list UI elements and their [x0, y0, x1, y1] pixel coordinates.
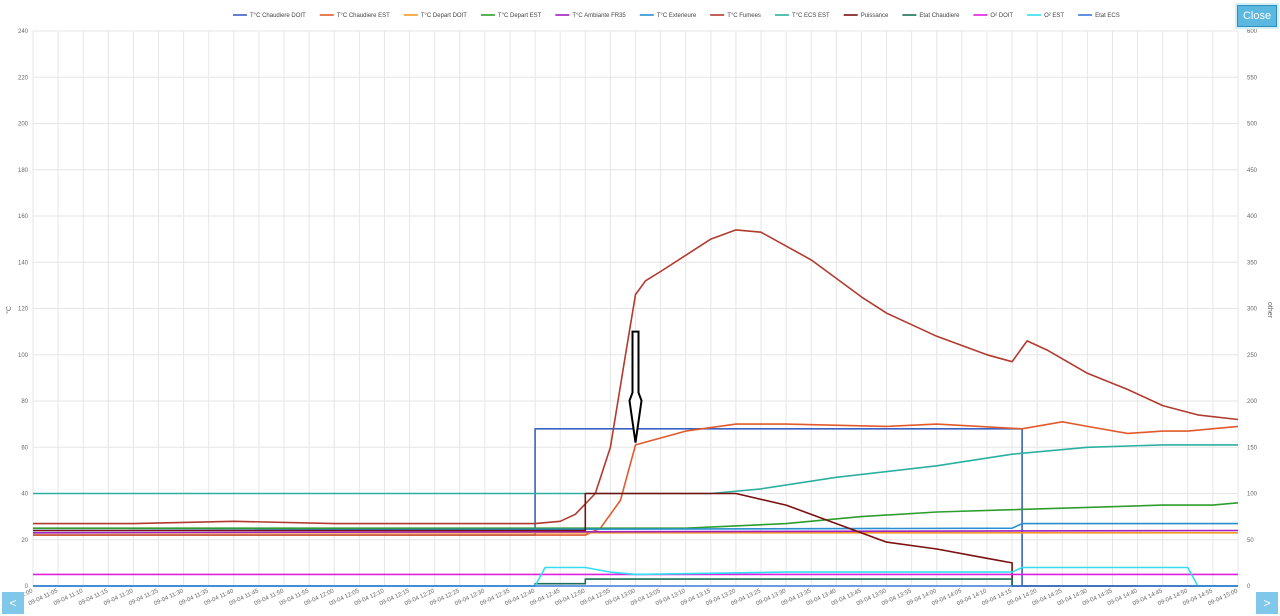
x-axis: 09-04 11:0009-04 11:0509-04 11:1009-04 1…: [3, 588, 1240, 607]
legend-label: T°C Fumees: [727, 13, 761, 19]
y-tick-label-left: 80: [21, 399, 28, 405]
legend-label: O² EST: [1044, 13, 1064, 19]
grid: [32, 30, 1239, 587]
y-tick-label-right: 500: [1247, 122, 1258, 128]
legend-label: T°C Ambiante FR35: [572, 13, 626, 19]
legend-label: T°C Chaudiere DOIT: [250, 13, 306, 19]
y-tick-label-left: 160: [18, 214, 29, 220]
y-tick-label-right: 350: [1247, 260, 1258, 266]
legend[interactable]: T°C Chaudiere DOIT T°C Chaudiere EST T°C D…: [233, 13, 1120, 19]
legend-label: T°C Chaudiere EST: [337, 13, 390, 19]
y-tick-label-right: 50: [1247, 538, 1254, 544]
legend-label: Etat Chaudiere: [919, 13, 960, 19]
y-tick-label-right: 150: [1247, 445, 1258, 451]
next-page-button[interactable]: >: [1256, 592, 1278, 614]
y-tick-label-right: 250: [1247, 353, 1258, 359]
y-tick-label-right: 0: [1247, 584, 1251, 590]
y-tick-label-left: 40: [21, 492, 28, 498]
annotation: [628, 330, 643, 443]
y-tick-label-right: 450: [1247, 168, 1258, 174]
legend-label: Puissance: [861, 13, 889, 19]
y-tick-label-left: 200: [18, 122, 29, 128]
y-tick-label-left: 100: [18, 353, 29, 359]
line-chart: 0 20 40 60 80 100 120 140 160 180 200 220 240 0 50 100…: [3, 13, 1273, 607]
y-axis-right-label: other: [1266, 302, 1273, 319]
y-tick-label-right: 550: [1247, 75, 1258, 81]
legend-item-11[interactable]: O² EST: [1027, 13, 1064, 19]
y-axis-left-label: °C: [5, 306, 13, 314]
legend-item-10[interactable]: O² DOIT: [973, 13, 1013, 19]
y-tick-label-right: 100: [1247, 492, 1258, 498]
legend-item-4[interactable]: T°C Ambiante FR35: [555, 13, 626, 19]
legend-label: Etat ECS: [1095, 13, 1120, 19]
legend-item-5[interactable]: T°C Exterieure: [639, 13, 697, 19]
legend-item-0[interactable]: T°C Chaudiere DOIT: [233, 13, 306, 19]
y-tick-label-left: 220: [18, 75, 29, 81]
legend-item-2[interactable]: T°C Depart DOIT: [403, 13, 467, 19]
y-tick-label-left: 120: [18, 307, 29, 313]
prev-page-button[interactable]: <: [2, 592, 24, 614]
y-tick-label-left: 60: [21, 445, 28, 451]
legend-item-6[interactable]: T°C Fumees: [710, 13, 761, 19]
arrow-annotation: [628, 330, 643, 443]
y-tick-label-left: 20: [21, 538, 28, 544]
legend-item-1[interactable]: T°C Chaudiere EST: [319, 13, 390, 19]
y-tick-label-right: 600: [1247, 29, 1258, 35]
legend-item-12[interactable]: Etat ECS: [1078, 13, 1120, 19]
legend-label: T°C Depart DOIT: [421, 13, 467, 19]
y-axis-left: 020406080100120140160180200220240: [18, 29, 29, 590]
y-tick-label-right: 400: [1247, 214, 1258, 220]
legend-item-8[interactable]: Puissance: [843, 13, 889, 19]
legend-item-9[interactable]: Etat Chaudiere: [902, 13, 960, 19]
legend-label: T°C ECS EST: [792, 13, 830, 19]
y-tick-label-left: 140: [18, 260, 29, 266]
y-tick-label-right: 200: [1247, 399, 1258, 405]
legend-label: T°C Exterieure: [657, 13, 697, 19]
y-axis-right: 0 50 100 150 200 250 300 350 400 450 500 550 600: [1247, 29, 1258, 590]
close-button[interactable]: Close: [1237, 5, 1277, 27]
legend-label: O² DOIT: [990, 13, 1013, 19]
legend-label: T°C Depart EST: [498, 13, 542, 19]
y-tick-label-left: 180: [18, 168, 29, 174]
legend-item-3[interactable]: T°C Depart EST: [480, 13, 542, 19]
y-tick-label-left: 240: [18, 29, 29, 35]
y-tick-label-right: 300: [1247, 307, 1258, 313]
legend-item-7[interactable]: T°C ECS EST: [774, 13, 830, 19]
